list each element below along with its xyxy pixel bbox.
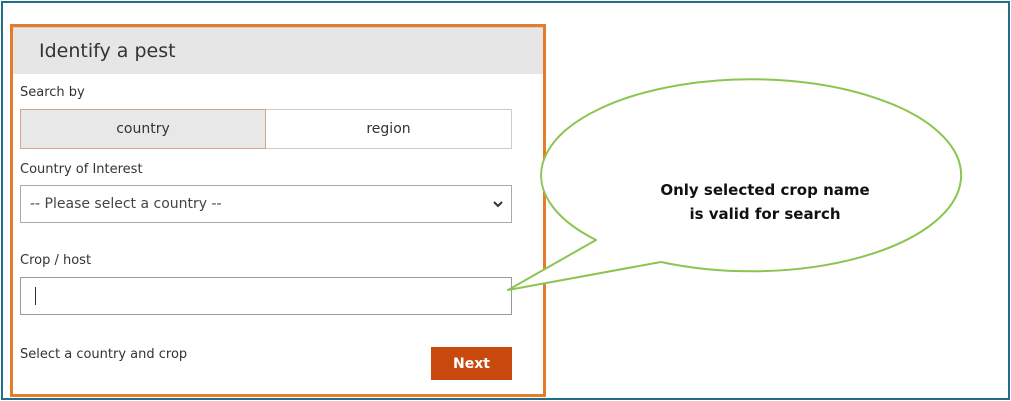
callout-text: Only selected crop name is valid for sea… [600, 178, 930, 226]
callout-line-1: Only selected crop name [660, 181, 870, 199]
callout-line-2: is valid for search [689, 205, 841, 223]
